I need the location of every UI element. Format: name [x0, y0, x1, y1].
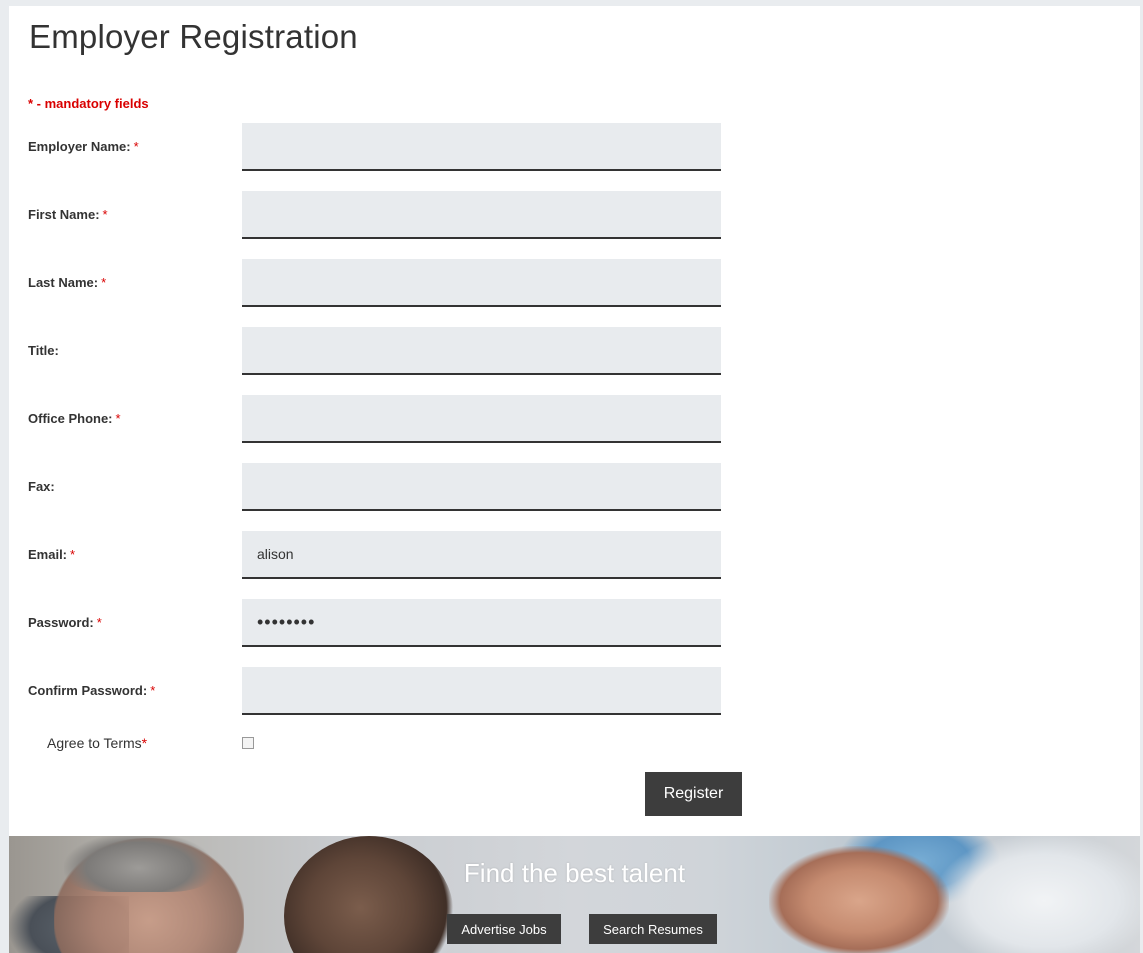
page-title: Employer Registration	[29, 18, 358, 55]
banner-headline: Find the best talent	[463, 858, 686, 888]
banner-photo-detail	[939, 836, 1140, 953]
title-row: Title:	[9, 327, 1140, 375]
mandatory-fields-note: * - mandatory fields	[28, 96, 149, 111]
register-button[interactable]: Register	[645, 772, 742, 816]
title-input[interactable]	[242, 327, 721, 375]
required-marker: *	[101, 275, 107, 290]
required-marker: *	[133, 139, 139, 154]
agree-terms-label: Agree to Terms*	[47, 735, 148, 751]
confirm-password-input[interactable]	[242, 667, 721, 715]
office-phone-label: Office Phone: *	[28, 411, 121, 426]
confirm-password-row: Confirm Password: *	[9, 667, 1140, 715]
first-name-label: First Name: *	[28, 207, 108, 222]
banner-photo-person	[284, 836, 454, 953]
fax-input[interactable]	[242, 463, 721, 511]
fax-label: Fax:	[28, 479, 55, 494]
required-marker: *	[141, 735, 148, 751]
last-name-input[interactable]	[242, 259, 721, 307]
required-marker: *	[115, 411, 121, 426]
title-label: Title:	[28, 343, 59, 358]
email-input[interactable]	[242, 531, 721, 579]
first-name-input[interactable]	[242, 191, 721, 239]
password-input[interactable]	[242, 599, 721, 647]
required-marker: *	[150, 683, 156, 698]
password-row: Password: *	[9, 599, 1140, 647]
fax-row: Fax:	[9, 463, 1140, 511]
last-name-row: Last Name: *	[9, 259, 1140, 307]
last-name-label: Last Name: *	[28, 275, 107, 290]
confirm-password-label: Confirm Password: *	[28, 683, 156, 698]
talent-banner: Find the best talent Advertise Jobs Sear…	[9, 836, 1140, 953]
office-phone-row: Office Phone: *	[9, 395, 1140, 443]
employer-name-row: Employer Name: *	[9, 123, 1140, 171]
advertise-jobs-button[interactable]: Advertise Jobs	[447, 914, 561, 944]
email-row: Email: *	[9, 531, 1140, 579]
employer-name-label: Employer Name: *	[28, 139, 139, 154]
agree-terms-checkbox[interactable]	[242, 737, 254, 749]
search-resumes-button[interactable]: Search Resumes	[589, 914, 717, 944]
required-marker: *	[102, 207, 108, 222]
email-label: Email: *	[28, 547, 76, 562]
first-name-row: First Name: *	[9, 191, 1140, 239]
office-phone-input[interactable]	[242, 395, 721, 443]
employer-name-input[interactable]	[242, 123, 721, 171]
registration-page: Employer Registration * - mandatory fiel…	[9, 6, 1140, 953]
required-marker: *	[96, 615, 102, 630]
required-marker: *	[70, 547, 76, 562]
password-label: Password: *	[28, 615, 102, 630]
